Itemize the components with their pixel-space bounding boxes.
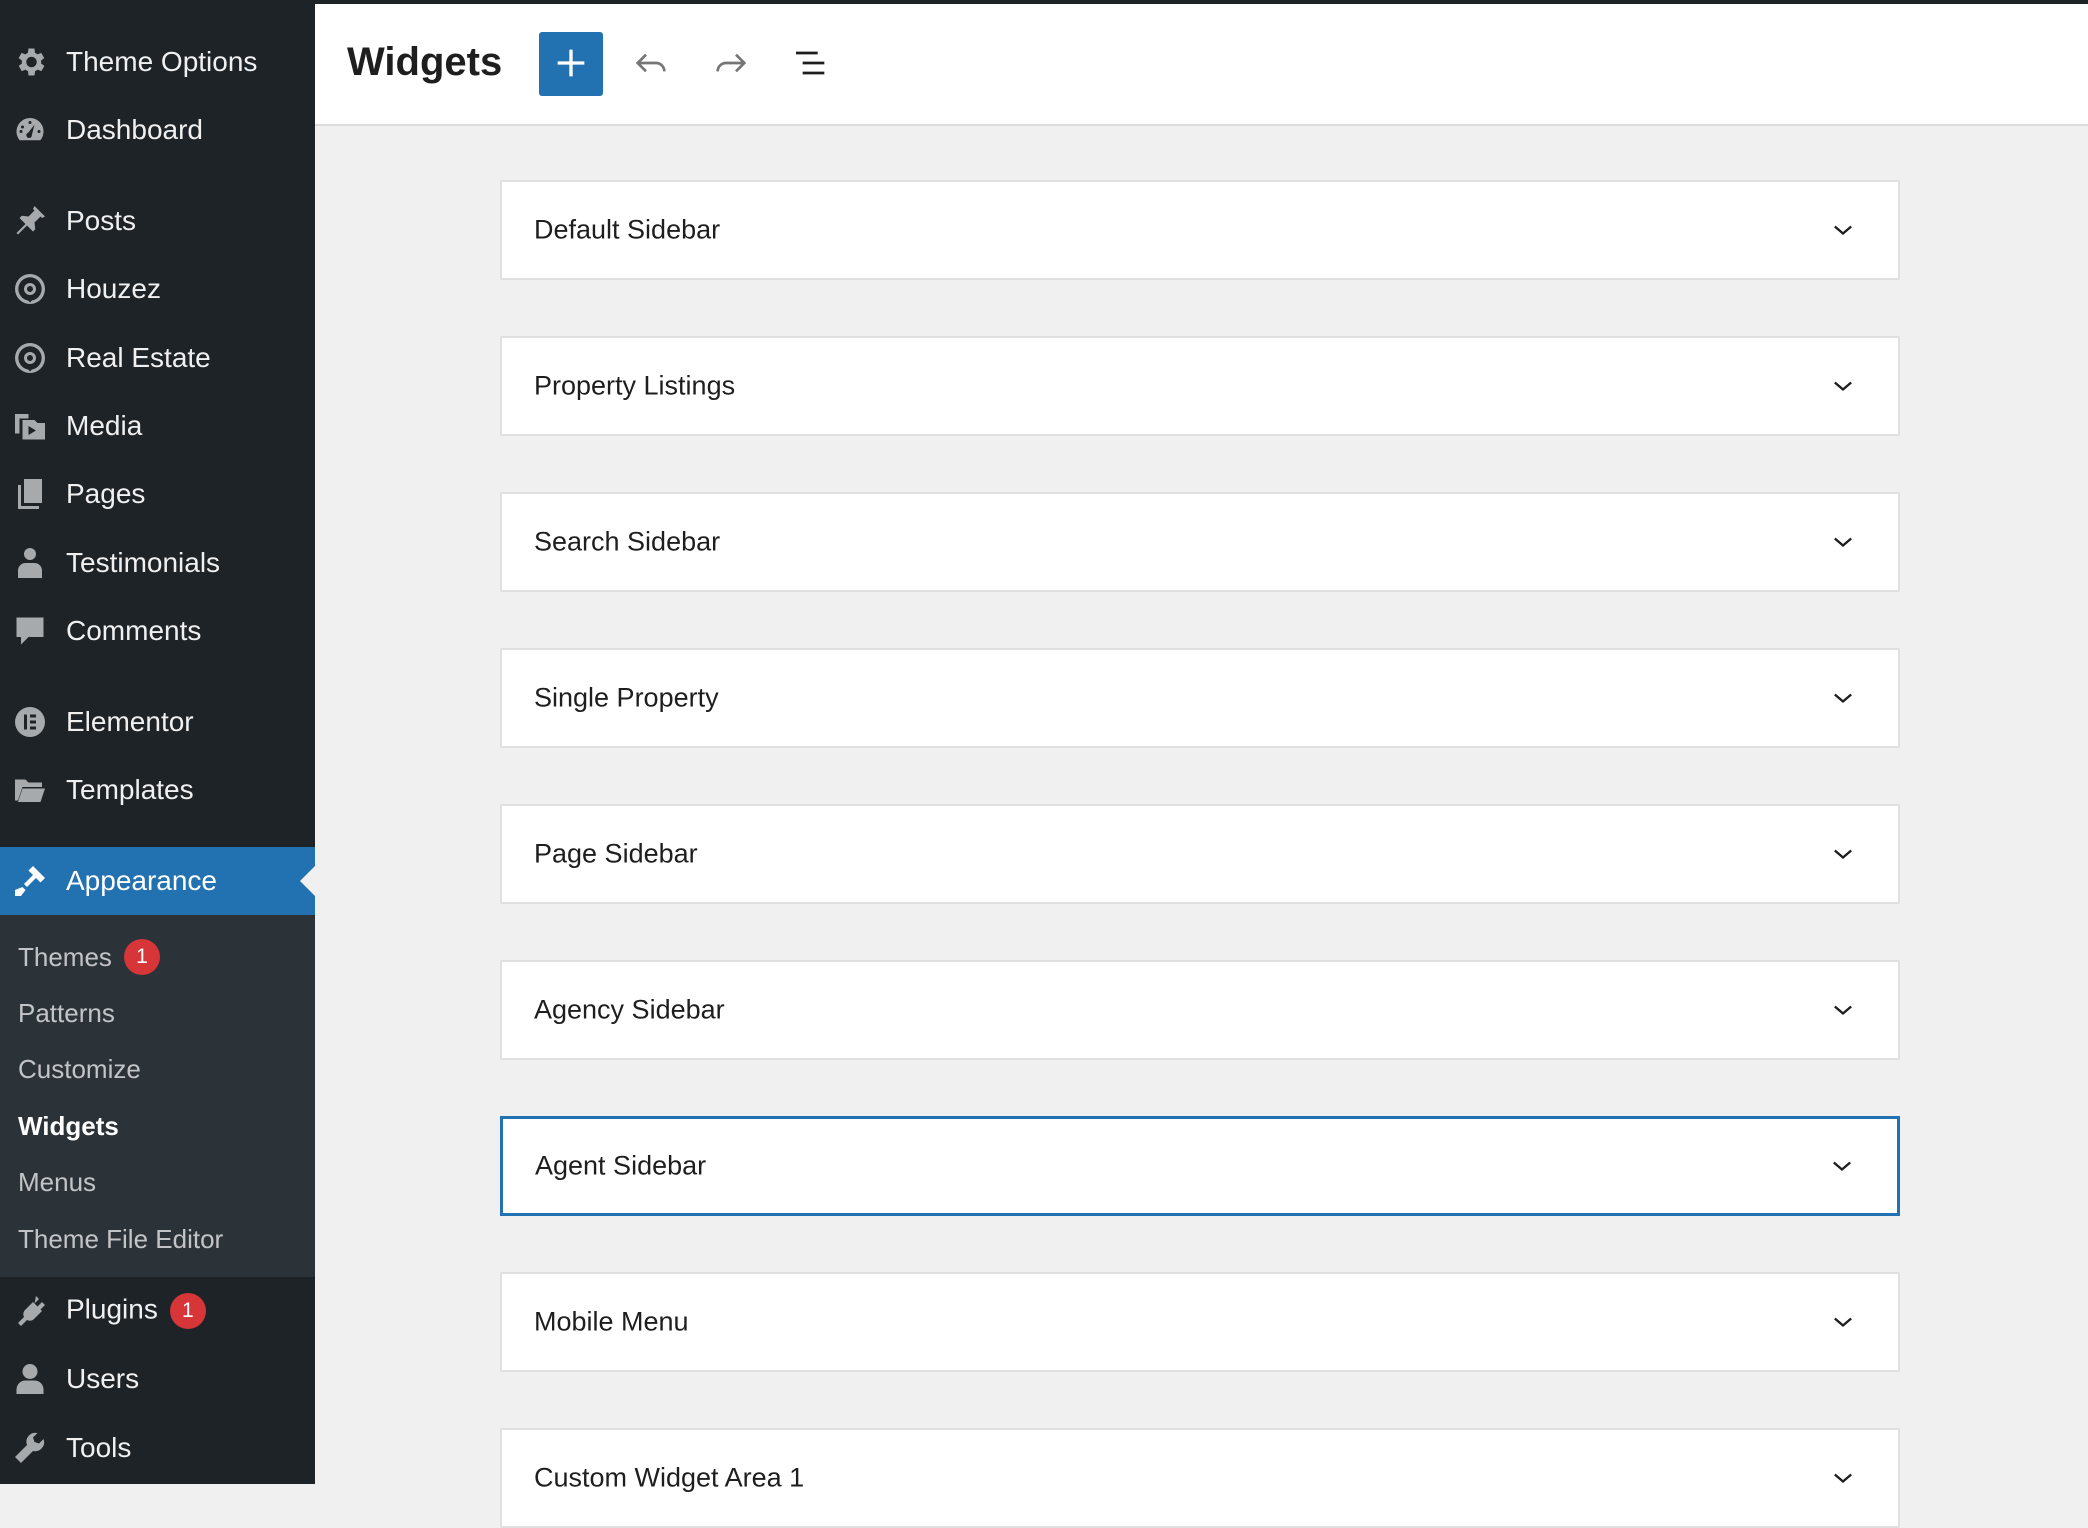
sidebar-item-label: Templates [66, 774, 194, 805]
submenu-item-widgets[interactable]: Widgets [18, 1104, 119, 1148]
location-pin-icon [11, 339, 49, 377]
widget-area-panel[interactable]: Agency Sidebar [500, 960, 1900, 1060]
sidebar-item-elementor[interactable]: Elementor [0, 688, 315, 756]
admin-sidebar: Theme Options Dashboard Posts Houzez Rea [0, 0, 315, 1484]
media-icon [11, 407, 49, 445]
elementor-icon [11, 703, 49, 741]
page-title: Widgets [347, 40, 503, 84]
widget-area-title: Default Sidebar [534, 214, 721, 245]
dashboard-icon [11, 111, 49, 149]
add-block-button[interactable] [539, 32, 603, 96]
sidebar-item-pages[interactable]: Pages [0, 460, 315, 528]
submenu-item-label: Menus [18, 1166, 97, 1197]
submenu-item-themes[interactable]: Themes 1 [18, 935, 160, 979]
plug-icon [11, 1292, 49, 1330]
chevron-down-icon[interactable] [1828, 683, 1858, 713]
chevron-down-icon[interactable] [1828, 839, 1858, 869]
sidebar-item-label: Elementor [66, 706, 194, 737]
submenu-item-label: Theme File Editor [18, 1223, 224, 1254]
redo-icon [711, 43, 751, 86]
submenu-item-label: Patterns [18, 997, 115, 1028]
widget-area-title: Custom Widget Area 1 [534, 1462, 805, 1493]
user-icon [11, 1360, 49, 1398]
submenu-item-label: Customize [18, 1053, 141, 1084]
widget-area-panel[interactable]: Single Property [500, 648, 1900, 748]
submenu-item-label: Widgets [18, 1110, 119, 1141]
widget-area-panel[interactable]: Search Sidebar [500, 492, 1900, 592]
appearance-submenu: Themes 1 Patterns Customize Widgets Menu… [0, 915, 315, 1277]
chevron-down-icon[interactable] [1827, 1151, 1857, 1181]
sidebar-item-theme-options[interactable]: Theme Options [0, 28, 315, 96]
widget-area-panel-focused[interactable]: Agent Sidebar [500, 1116, 1900, 1216]
sidebar-item-label: Tools [66, 1432, 132, 1463]
sidebar-item-label: Appearance [66, 865, 218, 896]
submenu-item-customize[interactable]: Customize [18, 1047, 141, 1091]
sidebar-item-testimonials[interactable]: Testimonials [0, 529, 315, 597]
user-badge-icon [11, 544, 49, 582]
location-pin-icon [11, 270, 49, 308]
undo-button[interactable] [619, 32, 683, 96]
submenu-item-theme-file-editor[interactable]: Theme File Editor [18, 1217, 223, 1261]
pin-icon [11, 202, 49, 240]
sidebar-item-real-estate[interactable]: Real Estate [0, 324, 315, 392]
widget-area-title: Property Listings [534, 370, 736, 401]
list-view-icon [791, 43, 831, 86]
speech-bubble-icon [11, 612, 49, 650]
chevron-down-icon[interactable] [1828, 1463, 1858, 1493]
sidebar-item-label: Testimonials [66, 547, 221, 578]
widget-area-panel[interactable]: Property Listings [500, 336, 1900, 436]
widget-area-title: Mobile Menu [534, 1306, 689, 1337]
submenu-item-patterns[interactable]: Patterns [18, 991, 115, 1035]
chevron-down-icon[interactable] [1828, 527, 1858, 557]
sidebar-item-label: Pages [66, 478, 146, 509]
sidebar-item-plugins[interactable]: Plugins 1 [0, 1277, 315, 1345]
sidebar-item-comments[interactable]: Comments [0, 597, 315, 665]
sidebar-item-houzez[interactable]: Houzez [0, 255, 315, 323]
sidebar-item-label: Dashboard [66, 114, 203, 145]
widget-area-panel[interactable]: Mobile Menu [500, 1272, 1900, 1372]
sidebar-item-label: Posts [66, 205, 137, 236]
sidebar-item-label: Media [66, 410, 143, 441]
sidebar-item-label: Comments [66, 615, 202, 646]
gear-icon [11, 43, 49, 81]
sidebar-item-label-wrap: Plugins 1 [66, 1293, 206, 1329]
widget-area-title: Search Sidebar [534, 526, 721, 557]
update-count-badge: 1 [123, 939, 160, 975]
widget-area-panel[interactable]: Custom Widget Area 1 [500, 1428, 1900, 1528]
sidebar-item-media[interactable]: Media [0, 392, 315, 460]
sidebar-item-users[interactable]: Users [0, 1345, 315, 1413]
sidebar-item-label: Houzez [66, 273, 161, 304]
widget-area-title: Agent Sidebar [535, 1150, 707, 1181]
update-count-badge: 1 [169, 1293, 206, 1329]
sidebar-item-label: Plugins [66, 1293, 158, 1325]
pages-icon [11, 475, 49, 513]
widget-area-title: Page Sidebar [534, 838, 698, 869]
undo-icon [631, 43, 671, 86]
wrench-icon [11, 1429, 49, 1467]
sidebar-item-posts[interactable]: Posts [0, 187, 315, 255]
chevron-down-icon[interactable] [1828, 215, 1858, 245]
sidebar-item-dashboard[interactable]: Dashboard [0, 96, 315, 164]
sidebar-item-label: Theme Options [66, 46, 258, 77]
widget-area-title: Agency Sidebar [534, 994, 725, 1025]
sidebar-item-templates[interactable]: Templates [0, 756, 315, 824]
widget-area-panel[interactable]: Page Sidebar [500, 804, 1900, 904]
chevron-down-icon[interactable] [1828, 1307, 1858, 1337]
chevron-down-icon[interactable] [1828, 371, 1858, 401]
submenu-item-label: Themes [18, 941, 112, 972]
plus-icon [551, 43, 591, 86]
folder-icon [11, 771, 49, 809]
list-view-button[interactable] [779, 32, 843, 96]
redo-button[interactable] [699, 32, 763, 96]
submenu-item-menus[interactable]: Menus [18, 1160, 96, 1204]
sidebar-item-label: Users [66, 1363, 140, 1394]
sidebar-item-tools[interactable]: Tools [0, 1414, 315, 1482]
sidebar-item-label: Real Estate [66, 342, 211, 373]
paintbrush-icon [11, 862, 49, 900]
widget-area-title: Single Property [534, 682, 719, 713]
widget-area-panel[interactable]: Default Sidebar [500, 180, 1900, 280]
sidebar-item-appearance[interactable]: Appearance [0, 847, 315, 915]
chevron-down-icon[interactable] [1828, 995, 1858, 1025]
editor-header: Widgets [315, 4, 2088, 126]
